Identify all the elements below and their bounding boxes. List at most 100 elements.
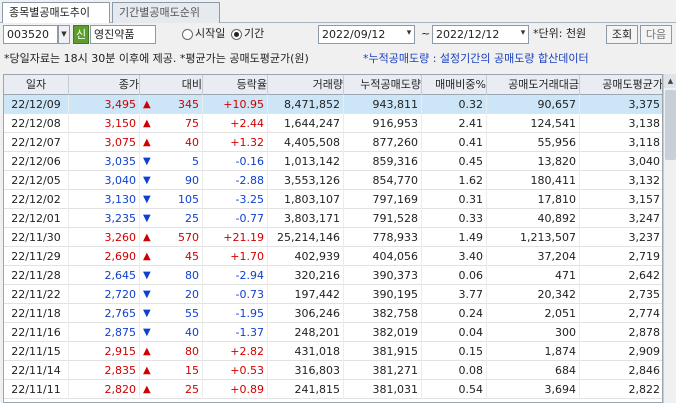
scroll-up-icon[interactable]: ▲ (664, 74, 676, 88)
table-row[interactable]: 22/11/18 2,765 ▼ 55 -1.95 306,246 382,758 0.24 2… (4, 304, 662, 323)
cell-date: 22/11/29 (4, 247, 69, 266)
cell-short-avg: 3,040 (580, 152, 662, 171)
cell-change: ▲ 570 (140, 228, 203, 247)
cell-cum-short: 390,373 (344, 266, 422, 285)
cell-short-avg: 2,846 (580, 361, 662, 380)
radio-start-date-label: 시작일 (195, 27, 226, 40)
cell-cum-short: 382,758 (344, 304, 422, 323)
change-value: 80 (185, 269, 199, 282)
cell-volume: 1,644,247 (268, 114, 344, 133)
credit-badge: 신 (73, 25, 89, 44)
table-row[interactable]: 22/11/16 2,875 ▼ 40 -1.37 248,201 382,019 0.04 3… (4, 323, 662, 342)
cell-change: ▲ 45 (140, 247, 203, 266)
cell-short-amount: 13,820 (487, 152, 580, 171)
table-row[interactable]: 22/12/09 3,495 ▲ 345 +10.95 8,471,852 943,811 0… (4, 95, 662, 114)
radio-period[interactable] (231, 29, 242, 40)
date-to-input[interactable]: 2022/12/12 (432, 25, 529, 44)
tab-stock-short-trend[interactable]: 종목별공매도추이 (2, 2, 110, 24)
next-button[interactable]: 다음 (640, 25, 672, 44)
table-row[interactable]: 22/11/14 2,835 ▲ 15 +0.53 316,803 381,271 0.08 6… (4, 361, 662, 380)
cell-short-avg: 3,118 (580, 133, 662, 152)
cell-change: ▲ 75 (140, 114, 203, 133)
col-header-close[interactable]: 종가 (69, 75, 140, 95)
cell-rate: -3.25 (203, 190, 268, 209)
cell-close: 2,915 (69, 342, 140, 361)
cell-short-amount: 180,411 (487, 171, 580, 190)
scroll-thumb[interactable] (665, 90, 676, 160)
toolbar: 003520 ▼ 신 영진약품 시작일 기간 2022/09/12 ▾ ~ 20… (0, 23, 676, 47)
cell-close: 2,720 (69, 285, 140, 304)
change-value: 45 (185, 250, 199, 263)
table-row[interactable]: 22/12/07 3,075 ▲ 40 +1.32 4,405,508 877,260 0.4… (4, 133, 662, 152)
col-header-rate[interactable]: 등락율 (203, 75, 268, 95)
date-from-input[interactable]: 2022/09/12 (318, 25, 415, 44)
cell-ratio: 0.45 (422, 152, 487, 171)
cell-cum-short: 877,260 (344, 133, 422, 152)
cell-date: 22/12/09 (4, 95, 69, 114)
vertical-scrollbar[interactable]: ▲ (663, 74, 676, 403)
cell-volume: 248,201 (268, 323, 344, 342)
cell-cum-short: 791,528 (344, 209, 422, 228)
cell-date: 22/12/08 (4, 114, 69, 133)
cell-rate: +1.70 (203, 247, 268, 266)
col-header-short-amount[interactable]: 공매도거래대금 (487, 75, 580, 95)
table-row[interactable]: 22/11/29 2,690 ▲ 45 +1.70 402,939 404,056 3.40 3… (4, 247, 662, 266)
col-header-volume[interactable]: 거래량 (268, 75, 344, 95)
cell-close: 2,765 (69, 304, 140, 323)
table-row[interactable]: 22/11/15 2,915 ▲ 80 +2.82 431,018 381,915 0.15 1… (4, 342, 662, 361)
table-row[interactable]: 22/11/28 2,645 ▼ 80 -2.94 320,216 390,373 0.06 4… (4, 266, 662, 285)
col-header-date[interactable]: 일자 (4, 75, 69, 95)
tab-period-short-ranking[interactable]: 기간별공매도순위 (112, 2, 220, 23)
table-row[interactable]: 22/12/01 3,235 ▼ 25 -0.77 3,803,171 791,528 0.3… (4, 209, 662, 228)
cell-short-amount: 17,810 (487, 190, 580, 209)
stock-code-input[interactable]: 003520 (3, 25, 58, 44)
chevron-down-icon[interactable]: ▼ (58, 25, 70, 44)
cell-change: ▲ 40 (140, 133, 203, 152)
change-value: 55 (185, 307, 199, 320)
cell-close: 3,130 (69, 190, 140, 209)
cell-close: 2,875 (69, 323, 140, 342)
cell-rate: -2.88 (203, 171, 268, 190)
cell-close: 2,835 (69, 361, 140, 380)
change-value: 345 (178, 98, 199, 111)
cell-volume: 3,803,171 (268, 209, 344, 228)
cell-volume: 1,803,107 (268, 190, 344, 209)
table-row[interactable]: 22/12/05 3,040 ▼ 90 -2.88 3,553,126 854,770 1.6… (4, 171, 662, 190)
arrow-down-icon: ▼ (143, 308, 151, 319)
table-row[interactable]: 22/11/22 2,720 ▼ 20 -0.73 197,442 390,195 3.77 2… (4, 285, 662, 304)
col-header-short-avg[interactable]: 공매도평균가 (580, 75, 662, 95)
cell-short-avg: 3,375 (580, 95, 662, 114)
cell-cum-short: 916,953 (344, 114, 422, 133)
change-value: 40 (185, 136, 199, 149)
cell-cum-short: 778,933 (344, 228, 422, 247)
cell-short-amount: 1,874 (487, 342, 580, 361)
cell-date: 22/11/11 (4, 380, 69, 399)
cell-close: 2,690 (69, 247, 140, 266)
table-row[interactable]: 22/11/11 2,820 ▲ 25 +0.89 241,815 381,031 0.54 3… (4, 380, 662, 399)
table-row[interactable]: 22/11/30 3,260 ▲ 570 +21.19 25,214,146 778,933… (4, 228, 662, 247)
arrow-down-icon: ▼ (143, 213, 151, 224)
cell-ratio: 0.33 (422, 209, 487, 228)
cell-change: ▼ 80 (140, 266, 203, 285)
table-header: 일자 종가 대비 등락율 거래량 누적공매도량 매매비중% 공매도거래대금 공매… (4, 75, 662, 95)
col-header-ratio[interactable]: 매매비중% (422, 75, 487, 95)
cell-change: ▼ 105 (140, 190, 203, 209)
calendar-dropdown-icon[interactable]: ▾ (404, 25, 414, 44)
cell-short-avg: 2,719 (580, 247, 662, 266)
calendar-dropdown-icon[interactable]: ▾ (518, 25, 528, 44)
table-row[interactable]: 22/12/08 3,150 ▲ 75 +2.44 1,644,247 916,953 2.4… (4, 114, 662, 133)
col-header-change[interactable]: 대비 (140, 75, 203, 95)
arrow-down-icon: ▼ (143, 175, 151, 186)
cell-close: 3,260 (69, 228, 140, 247)
col-header-cum-short[interactable]: 누적공매도량 (344, 75, 422, 95)
cell-short-avg: 2,735 (580, 285, 662, 304)
cell-rate: -0.77 (203, 209, 268, 228)
table-row[interactable]: 22/12/02 3,130 ▼ 105 -3.25 1,803,107 797,169 0.… (4, 190, 662, 209)
table-row[interactable]: 22/12/06 3,035 ▼ 5 -0.16 1,013,142 859,316 0.45… (4, 152, 662, 171)
cell-date: 22/12/06 (4, 152, 69, 171)
query-button[interactable]: 조회 (606, 25, 638, 44)
cell-date: 22/11/18 (4, 304, 69, 323)
radio-start-date[interactable] (182, 29, 193, 40)
cell-volume: 320,216 (268, 266, 344, 285)
cell-short-amount: 684 (487, 361, 580, 380)
